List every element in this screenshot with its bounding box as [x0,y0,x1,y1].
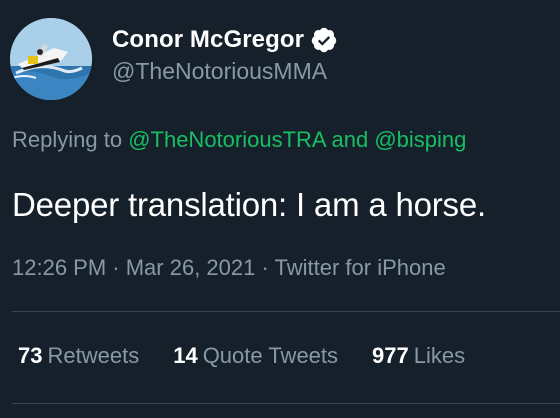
likes-stat[interactable]: 977 Likes [372,343,465,369]
tweet-source[interactable]: Twitter for iPhone [275,255,446,280]
tweet-metadata: 12:26 PM · Mar 26, 2021 · Twitter for iP… [12,255,446,281]
retweets-label: Retweets [47,343,140,368]
avatar-boat-image [10,18,92,100]
replying-to-prefix: Replying to [12,127,129,152]
mention-link-bisping[interactable]: @bisping [374,127,466,152]
divider-bottom [12,403,560,404]
reply-joiner: and [325,127,375,152]
mention-link-thenotorioustra[interactable]: @TheNotoriousTRA [128,127,325,152]
quote-tweets-label: Quote Tweets [202,343,339,368]
meta-separator: · [255,255,275,280]
retweets-stat[interactable]: 73 Retweets [18,343,139,369]
retweets-count: 73 [18,343,43,368]
author-handle[interactable]: @TheNotoriousMMA [112,58,327,85]
quote-tweets-count: 14 [173,343,198,368]
replying-to-line: Replying to @TheNotoriousTRA and @bispin… [12,127,466,153]
engagement-stats: 73 Retweets 14 Quote Tweets 977 Likes [18,343,465,369]
meta-separator: · [106,255,126,280]
likes-label: Likes [413,343,466,368]
tweet-time[interactable]: 12:26 PM [12,255,106,280]
likes-count: 977 [372,343,409,368]
author-name-row[interactable]: Conor McGregor [112,24,338,56]
avatar[interactable] [10,18,92,100]
tweet-text: Deeper translation: I am a horse. [12,186,486,223]
quote-tweets-stat[interactable]: 14 Quote Tweets [173,343,338,369]
divider-top [12,311,560,312]
author-display-name[interactable]: Conor McGregor [112,26,304,54]
verified-badge-icon [310,26,338,54]
tweet-date[interactable]: Mar 26, 2021 [126,255,256,280]
